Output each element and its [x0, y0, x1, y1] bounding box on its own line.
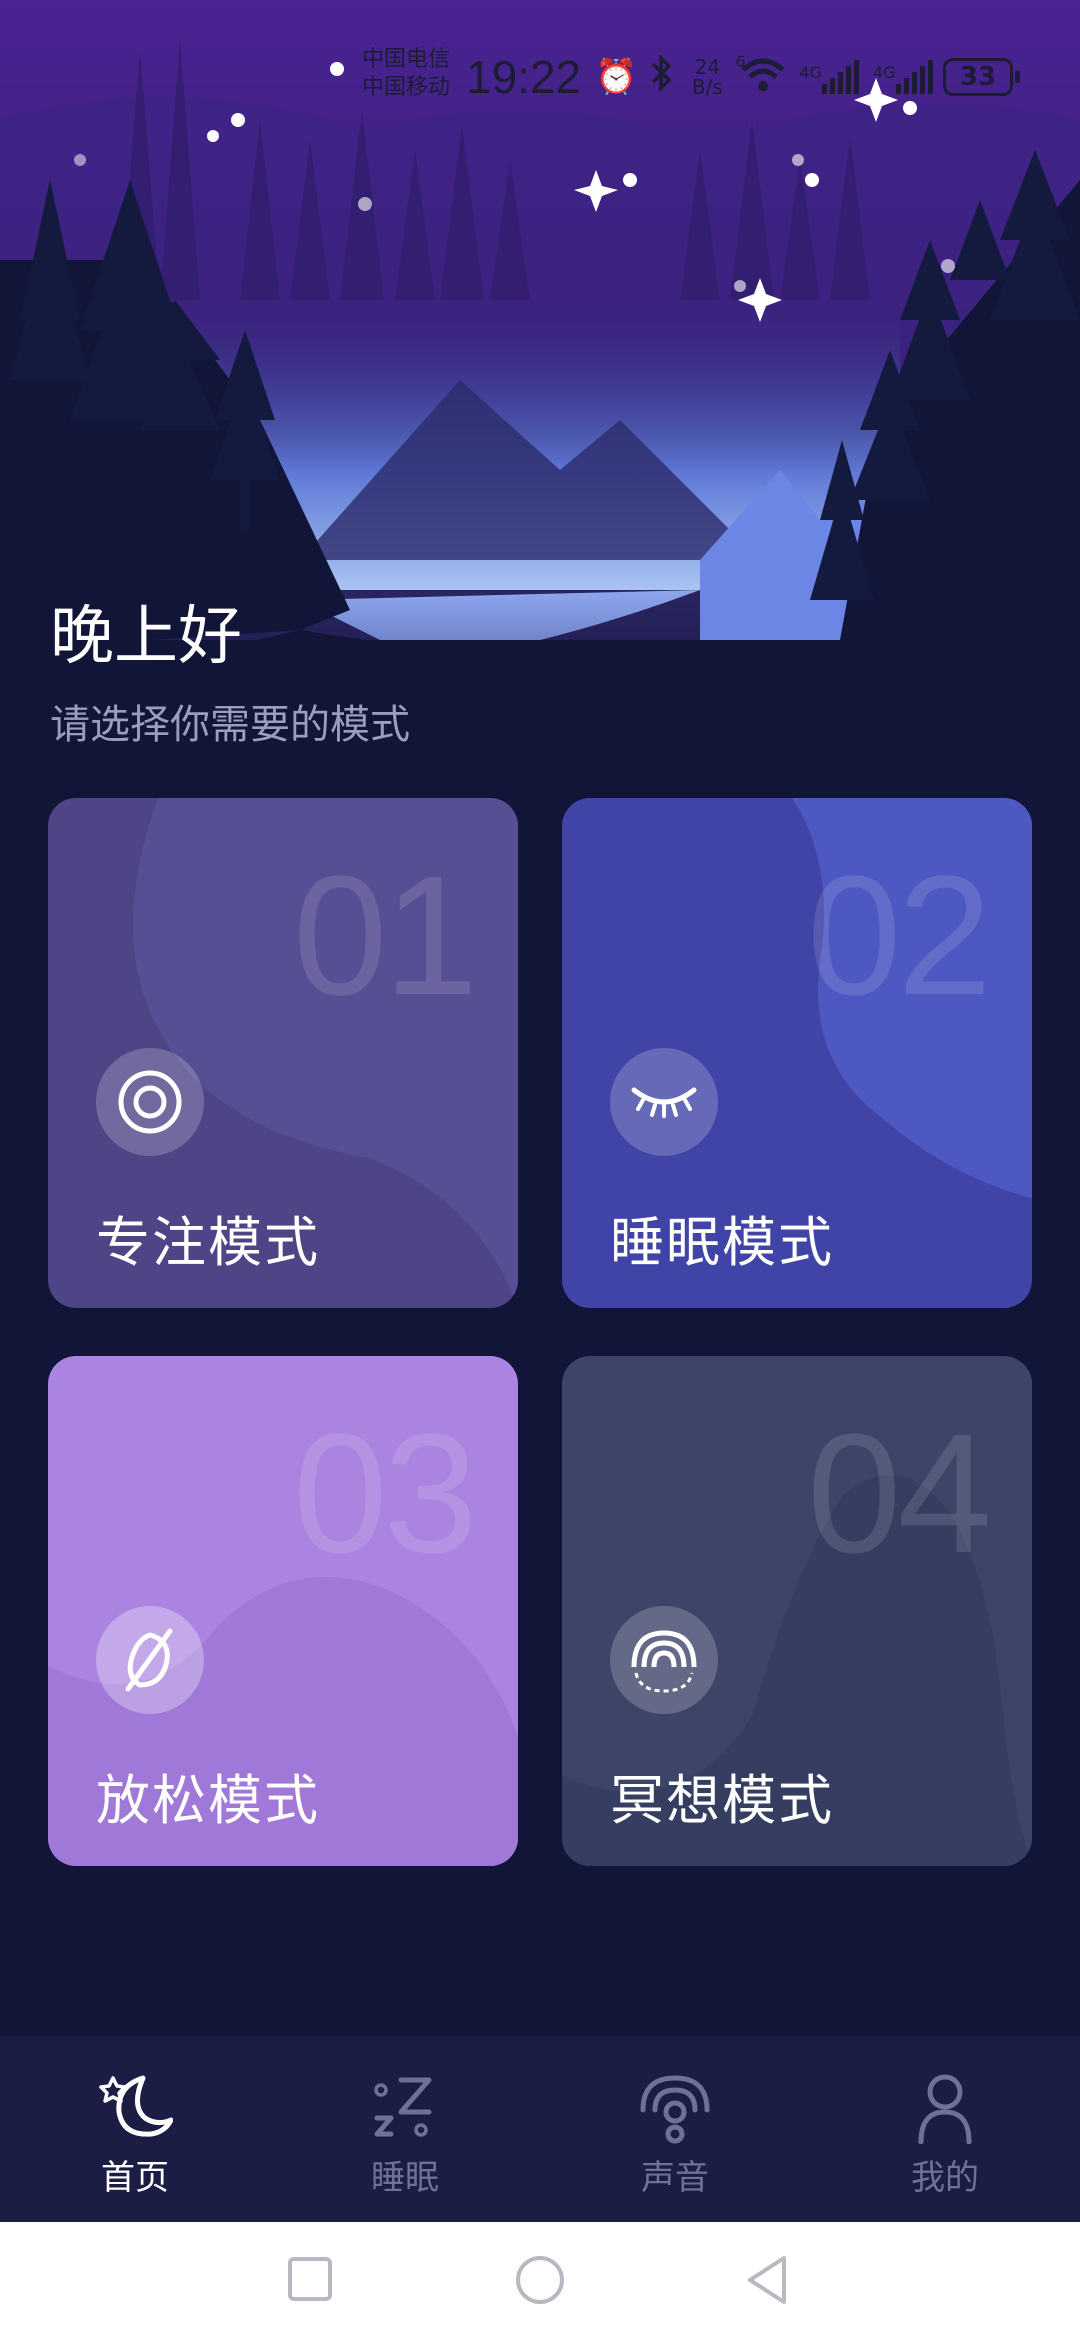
network-speed-unit: B/s	[691, 75, 723, 99]
sim2-type: 4G	[872, 63, 896, 82]
tab-label: 首页	[101, 2158, 169, 2198]
notification-dot	[330, 62, 344, 76]
podcast-icon	[640, 2075, 710, 2144]
signal-sim2-icon: 4G	[873, 60, 933, 94]
tab-label: 我的	[911, 2158, 979, 2198]
wifi-icon: 6	[735, 52, 786, 96]
carrier-2: 中国移动	[362, 75, 451, 100]
mode-card-relax[interactable]: 03 放松模式	[48, 1356, 518, 1866]
home-button[interactable]	[514, 2254, 566, 2306]
mode-card-sleep[interactable]: 02 睡眠模式	[562, 798, 1032, 1308]
greeting-subtitle: 请选择你需要的模式	[50, 702, 410, 748]
mode-label: 冥想模式	[610, 1769, 834, 1832]
focus-target-icon	[96, 1048, 204, 1156]
status-bar: 中国电信 中国移动 19:22 ⏰ 24 B/s 6 4G 4G 33	[0, 38, 1080, 118]
person-icon	[918, 2074, 972, 2144]
alarm-icon: ⏰	[595, 57, 638, 97]
mode-label: 专注模式	[96, 1211, 320, 1274]
bluetooth-icon	[651, 53, 673, 100]
mode-number: 02	[806, 841, 992, 1031]
mode-number: 04	[806, 1399, 992, 1589]
network-speed: 24 B/s	[687, 57, 727, 97]
tab-sleep[interactable]: 睡眠	[270, 2036, 540, 2222]
tab-sound[interactable]: 声音	[540, 2036, 810, 2222]
back-button[interactable]	[744, 2254, 792, 2306]
signal-sim1-icon: 4G	[799, 60, 859, 94]
moon-star-icon	[99, 2075, 173, 2137]
zzz-icon	[374, 2077, 432, 2137]
greeting-title: 晚上好	[50, 600, 242, 674]
bottom-tab-bar: 首页 睡眠 声音 我的	[0, 2036, 1080, 2222]
system-navigation-bar	[0, 2222, 1080, 2340]
status-icons: ⏰ 24 B/s 6 4G 4G	[595, 52, 933, 102]
mode-number: 03	[292, 1399, 478, 1589]
closed-eye-icon	[610, 1048, 718, 1156]
sim1-type: 4G	[799, 63, 822, 82]
clock: 19:22	[466, 51, 582, 103]
mode-card-meditate[interactable]: 04 冥想模式	[562, 1356, 1032, 1866]
leaf-icon	[96, 1606, 204, 1714]
tab-home[interactable]: 首页	[0, 2036, 270, 2222]
tab-label: 声音	[641, 2158, 709, 2198]
network-speed-value: 24	[694, 55, 721, 79]
rainbow-icon	[610, 1606, 718, 1714]
wifi-badge: 6	[735, 52, 746, 71]
tab-label: 睡眠	[371, 2158, 439, 2198]
mode-label: 睡眠模式	[610, 1211, 834, 1274]
battery-icon: 33	[943, 58, 1020, 96]
carrier-1: 中国电信	[362, 47, 451, 72]
recent-apps-button[interactable]	[286, 2254, 334, 2304]
carrier-info: 中国电信 中国移动	[362, 46, 450, 102]
mode-number: 01	[292, 841, 478, 1031]
mode-label: 放松模式	[96, 1769, 320, 1832]
tab-mine[interactable]: 我的	[810, 2036, 1080, 2222]
mode-card-focus[interactable]: 01 专注模式	[48, 798, 518, 1308]
